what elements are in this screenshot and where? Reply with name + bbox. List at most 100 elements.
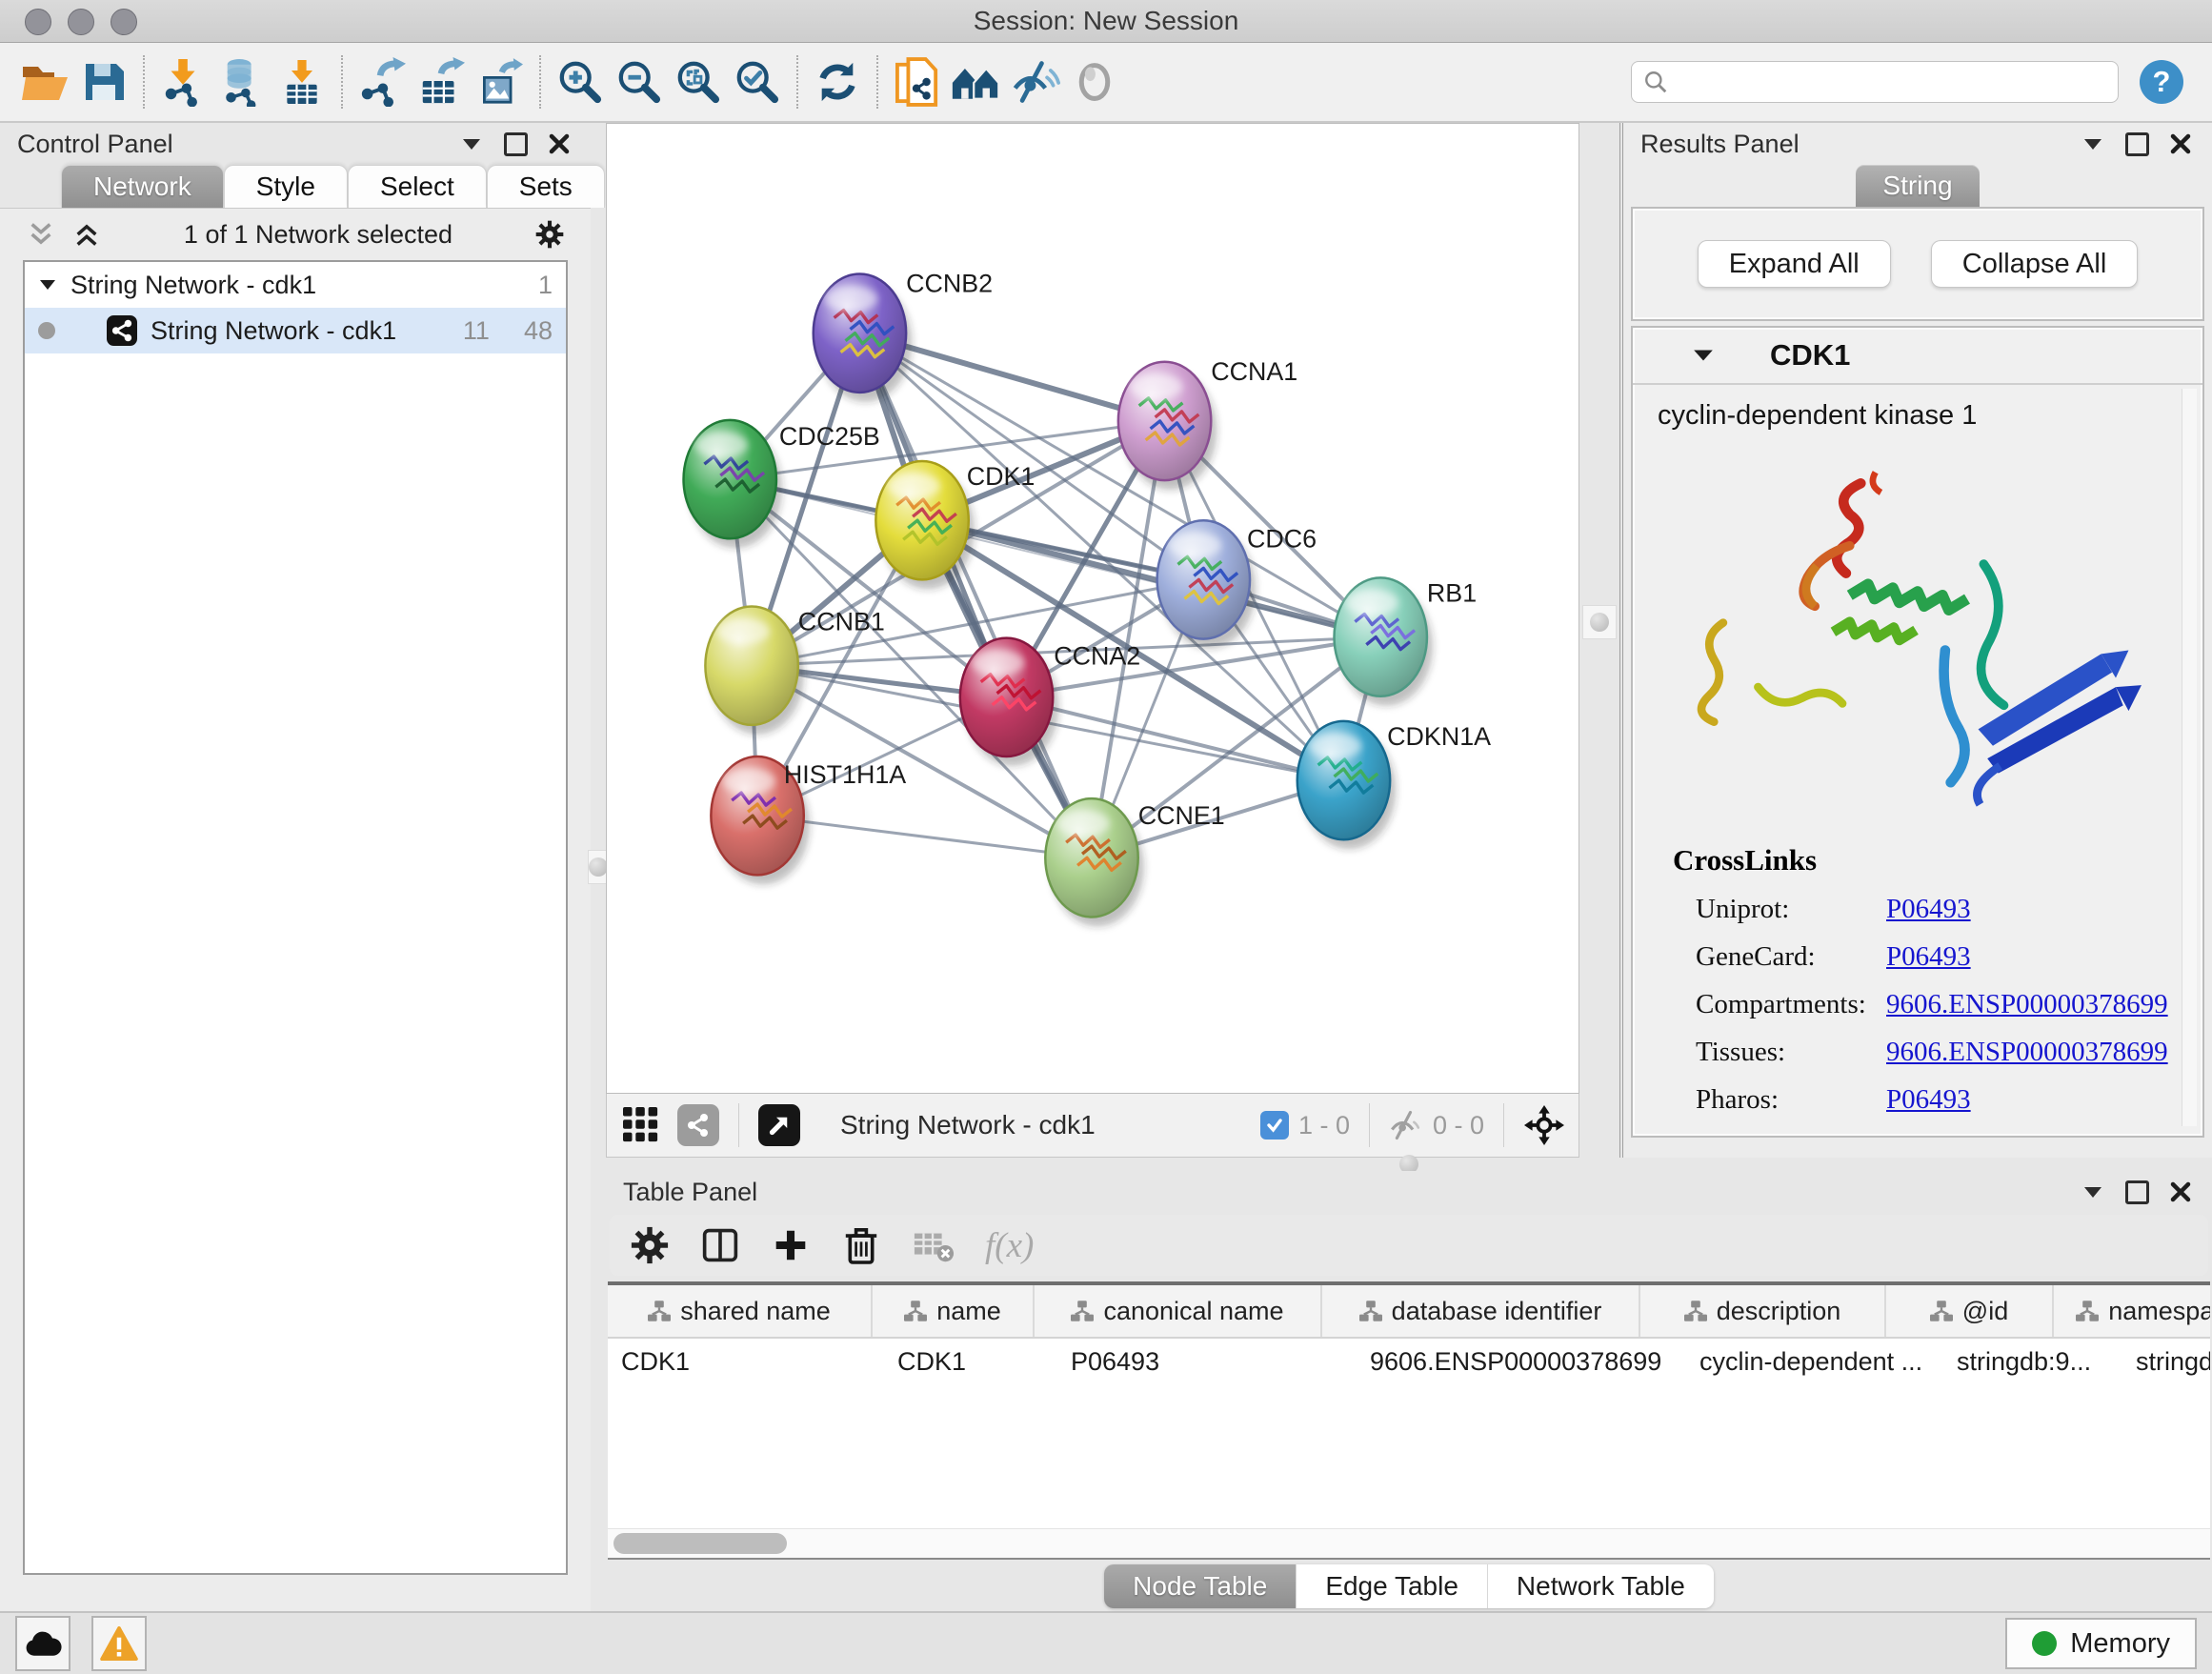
node-label-CDKN1A[interactable]: CDKN1A	[1387, 722, 1491, 751]
tab-select[interactable]: Select	[348, 165, 487, 208]
crosslink-tissues-link[interactable]: 9606.ENSP00000378699	[1886, 1037, 2168, 1068]
import-table-button[interactable]	[272, 52, 332, 111]
selected-checkbox-icon[interactable]	[1260, 1111, 1289, 1140]
collapse-all-button[interactable]: Collapse All	[1931, 240, 2139, 288]
node-label-CCNA1[interactable]: CCNA1	[1211, 357, 1297, 386]
crosslink-pharos-link[interactable]: P06493	[1886, 1084, 1971, 1116]
results-panel-close-button[interactable]	[2166, 130, 2195, 158]
tab-node-table[interactable]: Node Table	[1104, 1564, 1297, 1608]
window-zoom-button[interactable]	[111, 9, 137, 35]
crosslink-genecard-link[interactable]: P06493	[1886, 941, 1971, 973]
table-panel-collapse-button[interactable]	[2079, 1178, 2107, 1206]
string-view-button[interactable]	[677, 1104, 719, 1146]
hide-panel-button[interactable]	[1006, 52, 1065, 111]
right-splitter-handle[interactable]	[1582, 605, 1617, 639]
help-button[interactable]: ?	[2140, 60, 2183, 104]
cloud-status-button[interactable]	[15, 1616, 70, 1671]
zoom-fit-button[interactable]	[669, 52, 728, 111]
left-splitter[interactable]	[591, 123, 606, 1611]
show-panel-button[interactable]	[1065, 52, 1124, 111]
tab-edge-table[interactable]: Edge Table	[1297, 1564, 1488, 1608]
node-label-HIST1H1A[interactable]: HIST1H1A	[784, 760, 906, 789]
results-panel-float-button[interactable]	[2122, 130, 2151, 158]
results-scrollbar[interactable]	[2182, 389, 2197, 1126]
table-options-button[interactable]	[629, 1224, 671, 1266]
export-image-button[interactable]	[471, 52, 530, 111]
table-panel-close-button[interactable]	[2166, 1178, 2195, 1206]
crosshair-move-icon	[1524, 1105, 1564, 1145]
column-header-description[interactable]: description	[1640, 1285, 1886, 1337]
control-panel-close-button[interactable]	[545, 130, 573, 158]
window-minimize-button[interactable]	[68, 9, 94, 35]
column-header-shared-name[interactable]: shared name	[608, 1285, 873, 1337]
delete-column-button[interactable]	[840, 1224, 882, 1266]
network-row[interactable]: String Network - cdk1 11 48	[25, 308, 566, 353]
memory-button[interactable]: Memory	[2005, 1618, 2197, 1669]
right-splitter[interactable]	[1579, 123, 1623, 1158]
network-selection-status: 1 of 1 Network selected	[118, 220, 518, 250]
import-network-file-button[interactable]	[154, 52, 213, 111]
search-input[interactable]	[1678, 67, 2106, 98]
tab-string[interactable]: String	[1856, 165, 1979, 207]
crosslink-uniprot-link[interactable]: P06493	[1886, 894, 1971, 925]
export-table-button[interactable]	[412, 52, 471, 111]
export-network-button[interactable]	[352, 52, 412, 111]
column-header-canonical-name[interactable]: canonical name	[1035, 1285, 1322, 1337]
control-panel-float-button[interactable]	[501, 130, 530, 158]
network-options-button[interactable]	[535, 220, 564, 249]
window-close-button[interactable]	[25, 9, 51, 35]
tab-network-table[interactable]: Network Table	[1488, 1564, 1714, 1608]
apply-layout-button[interactable]	[808, 52, 867, 111]
node-label-CCNB1[interactable]: CCNB1	[798, 607, 885, 635]
detach-view-button[interactable]	[758, 1104, 800, 1146]
table-panel-float-button[interactable]	[2122, 1178, 2151, 1206]
node-label-CCNA2[interactable]: CCNA2	[1054, 642, 1140, 671]
horizontal-splitter[interactable]	[606, 1158, 2212, 1171]
show-columns-button[interactable]	[699, 1224, 741, 1266]
node-label-CCNB2[interactable]: CCNB2	[906, 269, 993, 297]
fit-content-button[interactable]	[1523, 1104, 1565, 1146]
network-canvas[interactable]: CCNB2 CCNA1 CDC25B CDK1 CDC6 RB1 CCNB1 CCNA2 CDK…	[606, 123, 1579, 1094]
share-document-button[interactable]	[888, 52, 947, 111]
zoom-out-button[interactable]	[610, 52, 669, 111]
node-label-CDC25B[interactable]: CDC25B	[779, 422, 880, 451]
birds-eye-view-button[interactable]	[620, 1104, 662, 1146]
expand-all-networks-button[interactable]	[72, 220, 101, 249]
table-row[interactable]: CDK1 CDK1 P06493 9606.ENSP00000378699 cy…	[608, 1339, 2210, 1384]
toolbar-separator	[539, 55, 541, 109]
column-header-database-identifier[interactable]: database identifier	[1322, 1285, 1640, 1337]
create-column-button[interactable]	[770, 1224, 812, 1266]
crosslink-compartments-link[interactable]: 9606.ENSP00000378699	[1886, 989, 2168, 1020]
open-session-button[interactable]	[15, 52, 74, 111]
import-network-database-button[interactable]	[213, 52, 272, 111]
zoom-in-button[interactable]	[551, 52, 610, 111]
node-label-CDK1[interactable]: CDK1	[967, 462, 1036, 491]
table-horizontal-scrollbar[interactable]	[608, 1528, 2210, 1558]
zoom-selected-button[interactable]	[728, 52, 787, 111]
node-label-CDC6[interactable]: CDC6	[1247, 524, 1317, 553]
home-button[interactable]	[947, 52, 1006, 111]
export-table-icon	[417, 57, 465, 107]
column-header-name[interactable]: name	[873, 1285, 1035, 1337]
tab-style[interactable]: Style	[224, 165, 348, 208]
column-header-id[interactable]: @id	[1886, 1285, 2054, 1337]
results-panel-collapse-button[interactable]	[2079, 130, 2107, 158]
hidden-eye-icon	[1389, 1110, 1423, 1140]
control-panel-collapse-button[interactable]	[457, 130, 486, 158]
tab-sets[interactable]: Sets	[487, 165, 605, 208]
collapse-all-networks-button[interactable]	[27, 220, 55, 249]
column-header-namespace[interactable]: namespace	[2054, 1285, 2210, 1337]
node-label-RB1[interactable]: RB1	[1427, 578, 1477, 607]
network-collection-row[interactable]: String Network - cdk1 1	[25, 262, 566, 308]
scrollbar-thumb[interactable]	[613, 1533, 787, 1554]
toolbar-separator	[341, 55, 343, 109]
expand-all-button[interactable]: Expand All	[1698, 240, 1891, 288]
save-session-button[interactable]	[74, 52, 133, 111]
warnings-button[interactable]	[91, 1616, 147, 1671]
delete-table-button[interactable]	[911, 1224, 956, 1266]
document-share-icon	[895, 57, 939, 107]
function-builder-button[interactable]: f(x)	[985, 1225, 1034, 1266]
node-details-header[interactable]: CDK1	[1633, 328, 2202, 385]
tab-network[interactable]: Network	[61, 165, 224, 208]
node-label-CCNE1[interactable]: CCNE1	[1138, 801, 1225, 830]
